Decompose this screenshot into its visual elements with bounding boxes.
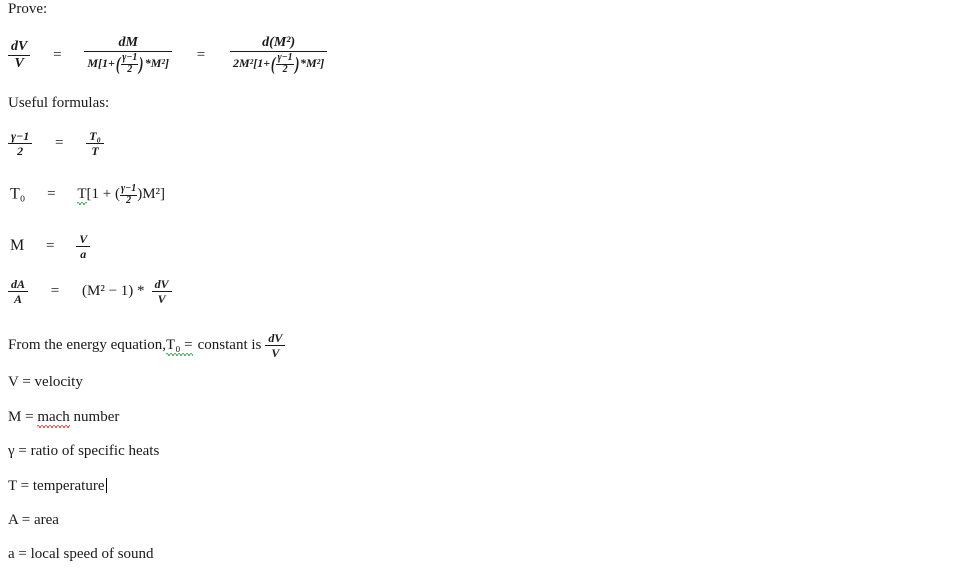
fraction-T0-over-T: T₀ T: [86, 130, 104, 157]
close-paren-tall: ): [294, 53, 300, 75]
fraction-dV-over-V: dV V: [151, 278, 172, 305]
stagnation-temperature-lhs: T₀: [10, 185, 26, 203]
fraction-dA-over-A: dA A: [8, 278, 29, 305]
open-paren-tall: (: [271, 53, 276, 75]
equals-sign: =: [46, 238, 55, 255]
den-prefix: 2M²[1+: [233, 55, 271, 70]
energy-equation-statement: From the energy equation, T₀ = constant i…: [8, 332, 286, 359]
fraction-dM2-over-denominator: d(M²) 2M²[1+(γ−1 2)*M²]: [230, 36, 328, 75]
definition-M: M = mach number: [8, 409, 120, 428]
equals-sign: =: [20, 478, 30, 494]
inner-fraction-gamma: γ−1 2: [119, 183, 138, 206]
open-paren-tall: (: [115, 53, 121, 75]
fraction-dV-over-V: dV V: [8, 40, 31, 71]
definition-symbol: M: [8, 409, 22, 425]
rhs-prefix: [1 + (: [86, 186, 120, 203]
equals-sign: =: [21, 512, 31, 528]
definition-text: temperature: [32, 478, 105, 494]
equals-sign: =: [22, 374, 31, 390]
equals-sign: =: [47, 186, 56, 203]
grammar-flagged-phrase: T₀ =: [166, 337, 193, 357]
equals-sign: =: [18, 546, 27, 562]
definition-symbol: T: [8, 478, 17, 494]
den-prefix: M[1+: [87, 55, 115, 70]
equals-sign: =: [50, 283, 60, 300]
rhs-suffix: )M²]: [137, 186, 166, 203]
text-cursor: [105, 478, 107, 493]
equals-sign-1: =: [53, 47, 62, 64]
useful-formulas-heading: Useful formulas:: [8, 95, 110, 111]
document-canvas[interactable]: Prove: dV V = dM M[1+(γ−1 2)*M²] = d(M²) …: [0, 0, 960, 573]
fraction-V-over-a: V a: [76, 233, 91, 260]
fraction-gamma-minus-1-over-2: γ−1 2: [8, 130, 33, 157]
definition-T: T = temperature: [8, 478, 107, 494]
fraction-dV-over-V: dV V: [265, 332, 286, 359]
definition-A: A = area: [8, 513, 59, 528]
definition-text: number: [69, 409, 120, 425]
statement-part-1: From the energy equation,: [8, 337, 167, 354]
misspelled-word: mach: [37, 409, 71, 428]
definition-text: ratio of specific heats: [30, 443, 160, 459]
fraction-dM-over-denominator: dM M[1+(γ−1 2)*M²]: [84, 36, 173, 75]
inner-fraction-gamma: γ−1 2: [121, 52, 139, 75]
close-paren-tall: ): [139, 53, 144, 75]
den-suffix: *M²]: [144, 55, 170, 70]
definition-symbol: a: [8, 546, 15, 562]
formula-gamma-ratio: γ−1 2 = T₀ T: [8, 130, 104, 157]
prove-equation: dV V = dM M[1+(γ−1 2)*M²] = d(M²) 2M²[1+(…: [8, 36, 328, 75]
formula-stagnation-temperature: T₀ = T[1 + (γ−1 2)M²]: [10, 183, 166, 206]
stagnation-temperature-rhs: T[1 + (γ−1 2)M²]: [77, 183, 166, 206]
definition-symbol: γ: [8, 443, 15, 459]
definition-V: V = velocity: [8, 375, 83, 390]
equals-sign: =: [55, 135, 64, 152]
definition-symbol: V: [8, 374, 19, 390]
formula-area-velocity: dA A = (M² − 1) * dV V: [8, 278, 172, 305]
definition-symbol: A: [8, 512, 19, 528]
definition-text: velocity: [34, 374, 83, 390]
formula-mach-definition: M = V a: [10, 233, 91, 260]
definition-text: local speed of sound: [30, 546, 154, 562]
definition-a: a = local speed of sound: [8, 547, 154, 562]
mach-lhs: M: [10, 237, 25, 255]
equals-sign-2: =: [196, 47, 206, 64]
equals-sign: =: [18, 443, 27, 459]
den-suffix: *M²]: [300, 55, 325, 70]
equals-sign: =: [25, 409, 34, 425]
grammar-flagged-token: T: [77, 186, 87, 206]
area-velocity-expression: (M² − 1) *: [82, 283, 145, 299]
definition-text: area: [33, 512, 59, 528]
denominator-middle: M[1+(γ−1 2)*M²]: [84, 52, 172, 75]
denominator-right: 2M²[1+(γ−1 2)*M²]: [230, 52, 327, 75]
statement-part-2: constant is: [197, 337, 262, 354]
prove-heading: Prove:: [8, 1, 48, 17]
inner-fraction-gamma: γ−1 2: [276, 52, 294, 75]
definition-gamma: γ = ratio of specific heats: [8, 444, 159, 459]
